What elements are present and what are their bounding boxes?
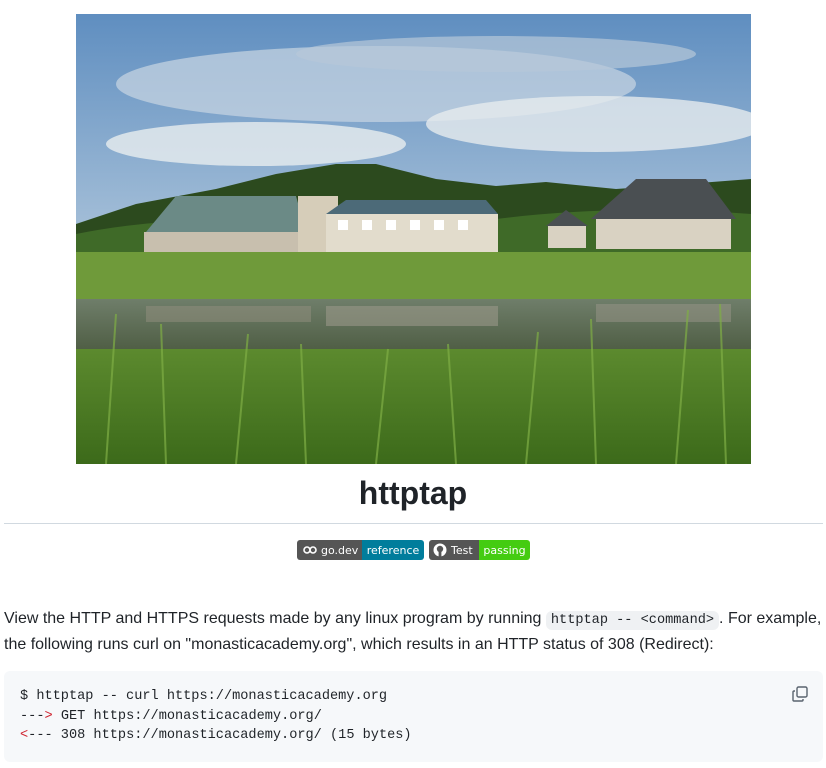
hero-image	[76, 14, 751, 464]
title-divider	[4, 523, 823, 524]
intro-paragraph: View the HTTP and HTTPS requests made by…	[4, 607, 824, 657]
copy-icon[interactable]	[791, 685, 809, 703]
github-icon	[433, 543, 447, 557]
badge-label-right: reference	[362, 540, 424, 560]
badge-label-left: Test	[451, 543, 473, 557]
code-line-2-arrow: >	[44, 708, 53, 724]
code-block: $ httptap -- curl https://monasticacadem…	[4, 671, 823, 762]
code-content: $ httptap -- curl https://monasticacadem…	[20, 687, 807, 746]
code-line-2-prefix: ---	[20, 708, 45, 724]
badge-label-right: passing	[479, 540, 530, 560]
page-title: httptap	[358, 475, 468, 511]
code-line-3-rest: --- 308 https://monasticacademy.org/ (15…	[28, 728, 412, 743]
code-line-1: $ httptap -- curl https://monasticacadem…	[20, 689, 388, 704]
go-icon	[303, 546, 317, 554]
test-status-badge[interactable]: Test passing	[429, 540, 530, 560]
go-reference-badge[interactable]: go.dev reference	[297, 540, 424, 560]
inline-code: httptap -- <command>	[545, 611, 720, 630]
intro-text-before: View the HTTP and HTTPS requests made by…	[4, 610, 546, 627]
code-line-3-arrow: <	[20, 728, 29, 743]
code-line-2-rest: GET https://monasticacademy.org/	[52, 708, 322, 724]
badge-label-left: go.dev	[321, 543, 359, 557]
